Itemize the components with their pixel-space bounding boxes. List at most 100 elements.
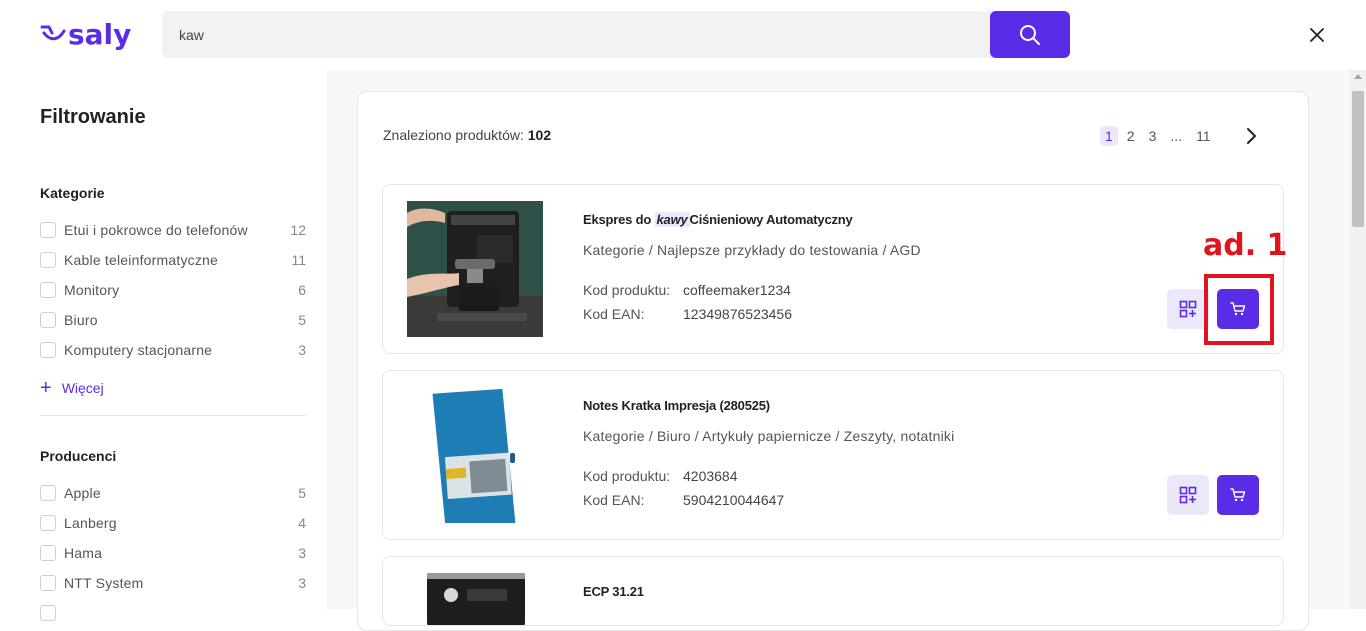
- search-bar: [162, 11, 1070, 58]
- found-count-text: Znaleziono produktów: 102: [383, 127, 551, 143]
- search-highlight: kawy: [654, 212, 690, 227]
- page-1[interactable]: 1: [1100, 126, 1118, 146]
- ean-code: 12349876523456: [683, 306, 793, 322]
- more-label: Więcej: [61, 380, 104, 396]
- category-filter-item[interactable]: Etui i pokrowce do telefonów 12: [40, 220, 306, 240]
- saly-logo[interactable]: saly: [40, 17, 132, 51]
- product-image-coffee-maker[interactable]: [407, 201, 543, 337]
- close-icon: [1310, 28, 1324, 42]
- product-card[interactable]: Ekspres do kawy Ciśnieniowy Automatyczny …: [382, 184, 1284, 354]
- category-filter-item[interactable]: Komputery stacjonarne 3: [40, 340, 306, 360]
- logo-icon: [40, 25, 66, 41]
- annotation-highlight-box: [1204, 274, 1274, 345]
- product-name-part: Ciśnieniowy Automatyczny: [689, 212, 853, 227]
- filter-count: 5: [298, 312, 306, 328]
- filter-count: 5: [298, 485, 306, 501]
- product-image-notebook[interactable]: [407, 387, 543, 523]
- category-filter-item[interactable]: Biuro 5: [40, 310, 306, 330]
- page-3[interactable]: 3: [1144, 126, 1162, 146]
- product-name[interactable]: Ekspres do kawy Ciśnieniowy Automatyczny: [583, 212, 853, 227]
- filter-label: Apple: [64, 485, 101, 501]
- product-image-espresso[interactable]: [407, 573, 543, 625]
- categories-title: Kategorie: [40, 185, 105, 201]
- close-button[interactable]: [1306, 24, 1328, 46]
- product-card[interactable]: Notes Kratka Impresja (280525) Kategorie…: [382, 370, 1284, 540]
- checkbox[interactable]: [40, 605, 56, 621]
- filter-label: Hama: [64, 545, 103, 561]
- product-code-label: Kod produktu:: [583, 282, 671, 298]
- filter-count: 11: [291, 252, 306, 268]
- plus-icon: +: [40, 377, 52, 399]
- scroll-up-arrow-icon[interactable]: [1354, 74, 1362, 79]
- page-2[interactable]: 2: [1122, 126, 1140, 146]
- filter-count: 12: [290, 222, 306, 238]
- ean-label: Kod EAN:: [583, 306, 645, 322]
- add-to-cart-button[interactable]: [1217, 475, 1259, 515]
- search-icon: [1020, 24, 1040, 45]
- checkbox[interactable]: [40, 342, 56, 358]
- filter-count: 3: [298, 342, 306, 358]
- compare-button[interactable]: [1167, 289, 1209, 329]
- found-count: 102: [527, 127, 552, 143]
- product-code: 4203684: [683, 468, 738, 484]
- cart-icon: [1230, 488, 1246, 502]
- product-name[interactable]: ECP 31.21: [583, 584, 644, 599]
- producer-filter-item[interactable]: Lanberg 4: [40, 513, 306, 533]
- filter-title: Filtrowanie: [40, 106, 146, 128]
- product-category-path: Kategorie / Najlepsze przykłady do testo…: [583, 242, 921, 258]
- filter-label: Biuro: [64, 312, 98, 328]
- producer-filter-item[interactable]: Apple 5: [40, 483, 306, 503]
- checkbox[interactable]: [40, 312, 56, 328]
- logo-text: saly: [68, 17, 132, 51]
- results-panel: [357, 91, 1309, 631]
- filter-label: Monitory: [64, 282, 120, 298]
- search-input[interactable]: [162, 11, 990, 58]
- page-11[interactable]: 11: [1191, 126, 1216, 146]
- product-card[interactable]: ECP 31.21: [382, 556, 1284, 626]
- checkbox[interactable]: [40, 252, 56, 268]
- compare-button[interactable]: [1167, 475, 1209, 515]
- producers-title: Producenci: [40, 448, 117, 464]
- product-code: coffeemaker1234: [683, 282, 791, 298]
- product-code-label: Kod produktu:: [583, 468, 671, 484]
- filter-label: NTT System: [64, 575, 144, 591]
- filter-label: Lanberg: [64, 515, 117, 531]
- search-button[interactable]: [990, 11, 1070, 58]
- checkbox[interactable]: [40, 222, 56, 238]
- checkbox[interactable]: [40, 282, 56, 298]
- filter-count: 6: [298, 282, 306, 298]
- category-filter-item[interactable]: Monitory 6: [40, 280, 306, 300]
- compare-grid-plus-icon: [1179, 300, 1197, 318]
- next-page-button[interactable]: [1244, 127, 1260, 145]
- filter-count: 3: [298, 545, 306, 561]
- producer-filter-item-partial[interactable]: [40, 603, 306, 623]
- annotation-label: ad. 1: [1203, 228, 1288, 263]
- filter-label: Komputery stacjonarne: [64, 342, 213, 358]
- scrollbar[interactable]: [1350, 70, 1366, 609]
- filter-count: 4: [298, 515, 306, 531]
- checkbox[interactable]: [40, 575, 56, 591]
- page-ellipsis: ...: [1170, 128, 1183, 144]
- ean-code: 5904210044647: [683, 492, 785, 508]
- category-filter-item[interactable]: Kable teleinformatyczne 11: [40, 250, 306, 270]
- found-label: Znaleziono produktów:: [383, 127, 524, 143]
- more-categories-link[interactable]: + Więcej: [40, 378, 104, 398]
- header: saly: [0, 0, 1366, 70]
- filter-count: 3: [298, 575, 306, 591]
- divider: [40, 415, 306, 416]
- ean-label: Kod EAN:: [583, 492, 645, 508]
- chevron-right-icon: [1247, 128, 1256, 144]
- filter-label: Kable teleinformatyczne: [64, 252, 219, 268]
- compare-grid-plus-icon: [1179, 486, 1197, 504]
- product-category-path: Kategorie / Biuro / Artykuły papiernicze…: [583, 428, 955, 444]
- producer-filter-item[interactable]: NTT System 3: [40, 573, 306, 593]
- pagination: 1 2 3 ... 11: [1100, 126, 1220, 146]
- checkbox[interactable]: [40, 485, 56, 501]
- product-name-part: Ekspres do: [583, 212, 652, 227]
- filter-label: Etui i pokrowce do telefonów: [64, 222, 248, 238]
- producer-filter-item[interactable]: Hama 3: [40, 543, 306, 563]
- checkbox[interactable]: [40, 515, 56, 531]
- checkbox[interactable]: [40, 545, 56, 561]
- scroll-thumb[interactable]: [1352, 91, 1364, 227]
- product-name[interactable]: Notes Kratka Impresja (280525): [583, 398, 770, 413]
